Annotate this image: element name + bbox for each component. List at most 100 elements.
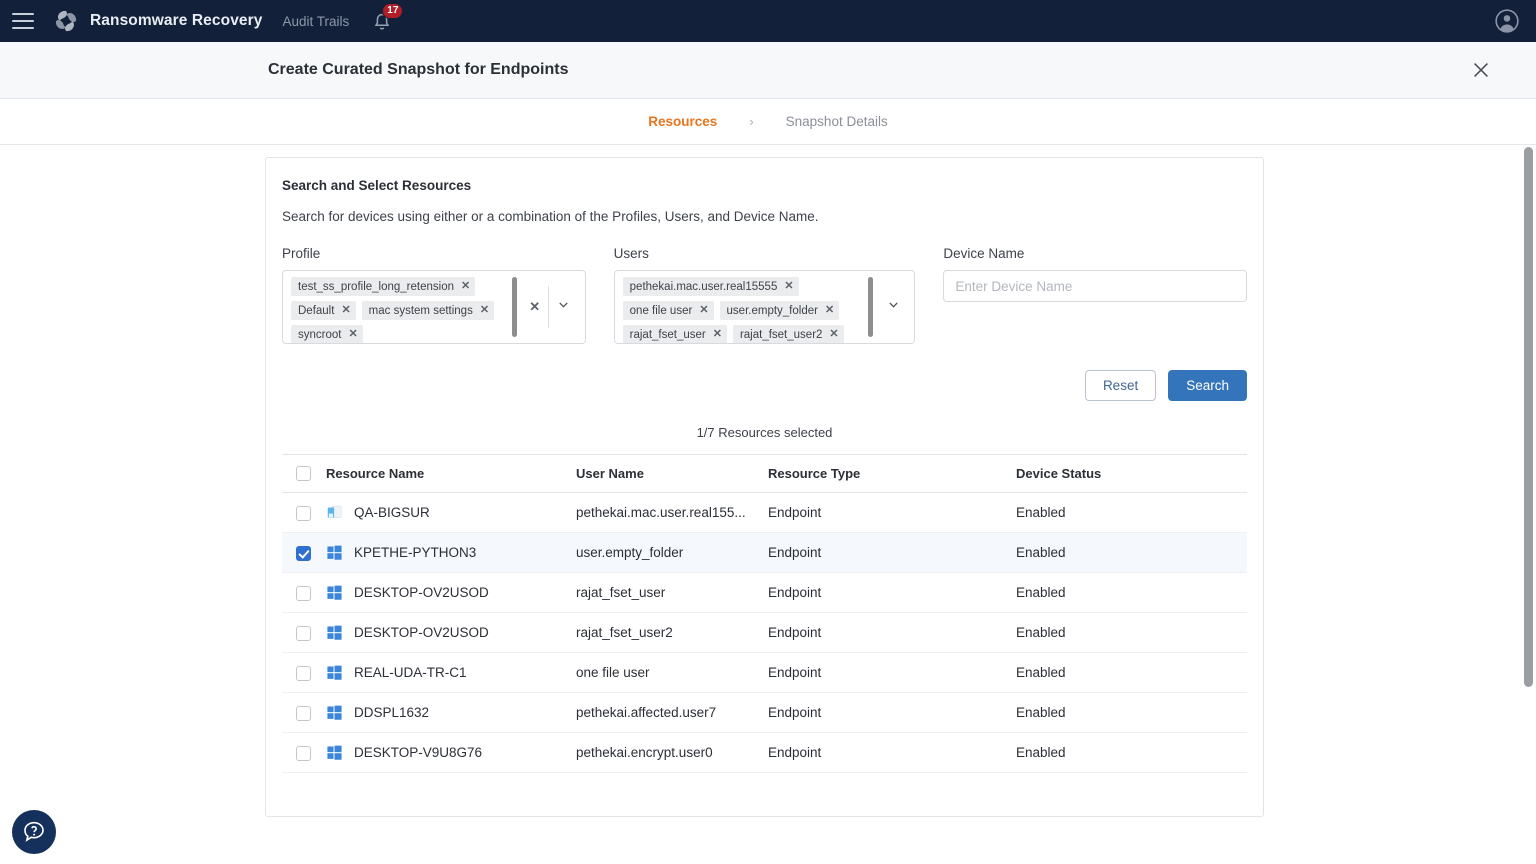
chip[interactable]: one file user ✕ <box>622 301 714 320</box>
chip[interactable]: Default ✕ <box>291 301 356 320</box>
windows-device-icon <box>327 665 342 680</box>
device-name-input[interactable] <box>943 270 1247 302</box>
device-status-cell: Enabled <box>1010 732 1247 774</box>
nav-audit-trails[interactable]: Audit Trails <box>282 14 349 29</box>
chip-label: user.empty_folder <box>726 304 818 317</box>
row-select-cell <box>282 692 320 734</box>
chip-label: one file user <box>629 304 693 317</box>
resource-name-text: KPETHE-PYTHON3 <box>354 545 477 561</box>
chip-label: Default <box>298 304 335 317</box>
chip-remove-icon[interactable]: ✕ <box>713 329 722 340</box>
resource-type-cell: Endpoint <box>762 652 1010 694</box>
chip[interactable]: rajat_fset_user2 ✕ <box>732 325 844 343</box>
row-checkbox[interactable] <box>296 665 311 681</box>
row-checkbox[interactable] <box>296 625 311 641</box>
table-row[interactable]: DESKTOP-V9U8G76 pethekai.encrypt.user0 End… <box>282 732 1247 774</box>
modal-header: Create Curated Snapshot for Endpoints <box>0 42 1536 99</box>
resource-name-cell: DESKTOP-OV2USOD <box>320 612 570 654</box>
page-title: Create Curated Snapshot for Endpoints <box>268 61 569 78</box>
table-row[interactable]: QA-BIGSUR pethekai.mac.user.real155... End… <box>282 492 1247 534</box>
user-name-cell: pethekai.mac.user.real155... <box>570 492 762 534</box>
row-checkbox[interactable] <box>296 505 311 521</box>
chevron-down-icon[interactable] <box>549 297 579 317</box>
row-checkbox[interactable] <box>296 705 311 721</box>
top-navigation-bar: Ransomware Recovery Audit Trails 17 <box>0 0 1536 42</box>
resource-type-cell: Endpoint <box>762 732 1010 774</box>
users-label: Users <box>613 246 649 261</box>
chip[interactable]: rajat_fset_user ✕ <box>622 325 727 343</box>
column-resource-type[interactable]: Resource Type <box>762 453 1010 494</box>
user-name-cell: pethekai.affected.user7 <box>570 692 762 734</box>
device-name-label: Device Name <box>943 246 1025 261</box>
user-name-cell: rajat_fset_user2 <box>570 612 762 654</box>
search-button[interactable]: Search <box>1168 370 1247 401</box>
users-multiselect[interactable]: pethekai.mac.user.real15555 ✕ one file u… <box>613 270 916 344</box>
profile-scrollbar[interactable] <box>511 277 517 337</box>
chip[interactable]: user.empty_folder ✕ <box>719 301 840 320</box>
user-account-icon[interactable] <box>1494 8 1520 34</box>
table-header-row: Resource Name User Name Resource Type De… <box>282 453 1247 494</box>
chip-remove-icon[interactable]: ✕ <box>784 281 793 292</box>
help-question-icon[interactable] <box>12 810 56 854</box>
chip-remove-icon[interactable]: ✕ <box>348 329 357 340</box>
select-all-checkbox[interactable] <box>296 466 311 482</box>
row-checkbox[interactable] <box>296 545 311 561</box>
profile-field: Profile test_ss_profile_long_retension ✕… <box>282 246 586 344</box>
chip[interactable]: test_ss_profile_long_retension ✕ <box>291 277 476 296</box>
device-status-cell: Enabled <box>1010 532 1247 574</box>
row-select-cell <box>282 532 320 574</box>
reset-button[interactable]: Reset <box>1084 370 1157 401</box>
chip-label: rajat_fset_user <box>629 328 706 341</box>
hamburger-icon[interactable] <box>12 13 34 29</box>
row-select-cell <box>282 652 320 694</box>
mac-device-icon <box>327 505 342 518</box>
chip-remove-icon[interactable]: ✕ <box>825 305 834 316</box>
row-select-cell <box>282 612 320 654</box>
chip[interactable]: pethekai.mac.user.real15555 ✕ <box>622 277 799 296</box>
table-row[interactable]: KPETHE-PYTHON3 user.empty_folder Endpoint E… <box>282 532 1247 574</box>
user-name-cell: pethekai.encrypt.user0 <box>570 732 762 774</box>
step-resources[interactable]: Resources <box>648 114 717 129</box>
windows-device-icon <box>327 705 342 720</box>
resource-name-cell: REAL-UDA-TR-C1 <box>320 652 570 694</box>
profile-multiselect[interactable]: test_ss_profile_long_retension ✕ Default… <box>282 270 586 344</box>
chip-remove-icon[interactable]: ✕ <box>461 281 470 292</box>
chip-remove-icon[interactable]: ✕ <box>699 305 708 316</box>
resource-name-cell: DDSPL1632 <box>320 692 570 734</box>
table-row[interactable]: DESKTOP-OV2USOD rajat_fset_user Endpoint En… <box>282 572 1247 614</box>
clear-all-icon[interactable]: ✕ <box>522 299 548 315</box>
column-resource-name[interactable]: Resource Name <box>320 453 570 494</box>
table-row[interactable]: DESKTOP-OV2USOD rajat_fset_user2 Endpoint E… <box>282 612 1247 654</box>
chip-label: mac system settings <box>368 304 473 317</box>
table-row[interactable]: DDSPL1632 pethekai.affected.user7 Endpoint… <box>282 692 1247 734</box>
row-select-cell <box>282 572 320 614</box>
step-snapshot-details[interactable]: Snapshot Details <box>786 114 888 129</box>
column-device-status[interactable]: Device Status <box>1010 453 1247 494</box>
step-breadcrumb: Resources › Snapshot Details <box>0 99 1536 145</box>
chip[interactable]: mac system settings ✕ <box>361 301 495 320</box>
chevron-down-icon[interactable] <box>878 297 908 317</box>
app-logo-icon <box>55 10 77 32</box>
chip-remove-icon[interactable]: ✕ <box>829 329 838 340</box>
chip-label: test_ss_profile_long_retension <box>298 280 454 293</box>
users-scrollbar[interactable] <box>868 277 874 337</box>
device-status-cell: Enabled <box>1010 612 1247 654</box>
chip-remove-icon[interactable]: ✕ <box>341 305 350 316</box>
close-icon[interactable] <box>1470 59 1492 81</box>
selection-count: 1/7 Resources selected <box>696 425 833 440</box>
table-row[interactable]: REAL-UDA-TR-C1 one file user Endpoint Enabl… <box>282 652 1247 694</box>
row-checkbox[interactable] <box>296 585 311 601</box>
device-status-cell: Enabled <box>1010 492 1247 534</box>
chip-remove-icon[interactable]: ✕ <box>480 305 489 316</box>
chip[interactable]: syncroot ✕ <box>291 325 363 343</box>
column-user-name[interactable]: User Name <box>570 453 762 494</box>
row-checkbox[interactable] <box>296 745 311 761</box>
device-status-cell: Enabled <box>1010 572 1247 614</box>
card-subtitle: Search for devices using either or a com… <box>282 209 819 224</box>
modal-body: Search and Select Resources Search for d… <box>0 145 1536 864</box>
resource-name-cell: QA-BIGSUR <box>320 492 570 534</box>
page-scrollbar[interactable] <box>1524 145 1533 864</box>
page-scrollbar-thumb[interactable] <box>1524 147 1533 687</box>
resources-table-body: QA-BIGSUR pethekai.mac.user.real155... End… <box>282 492 1247 774</box>
notification-bell-icon[interactable]: 17 <box>371 3 404 33</box>
